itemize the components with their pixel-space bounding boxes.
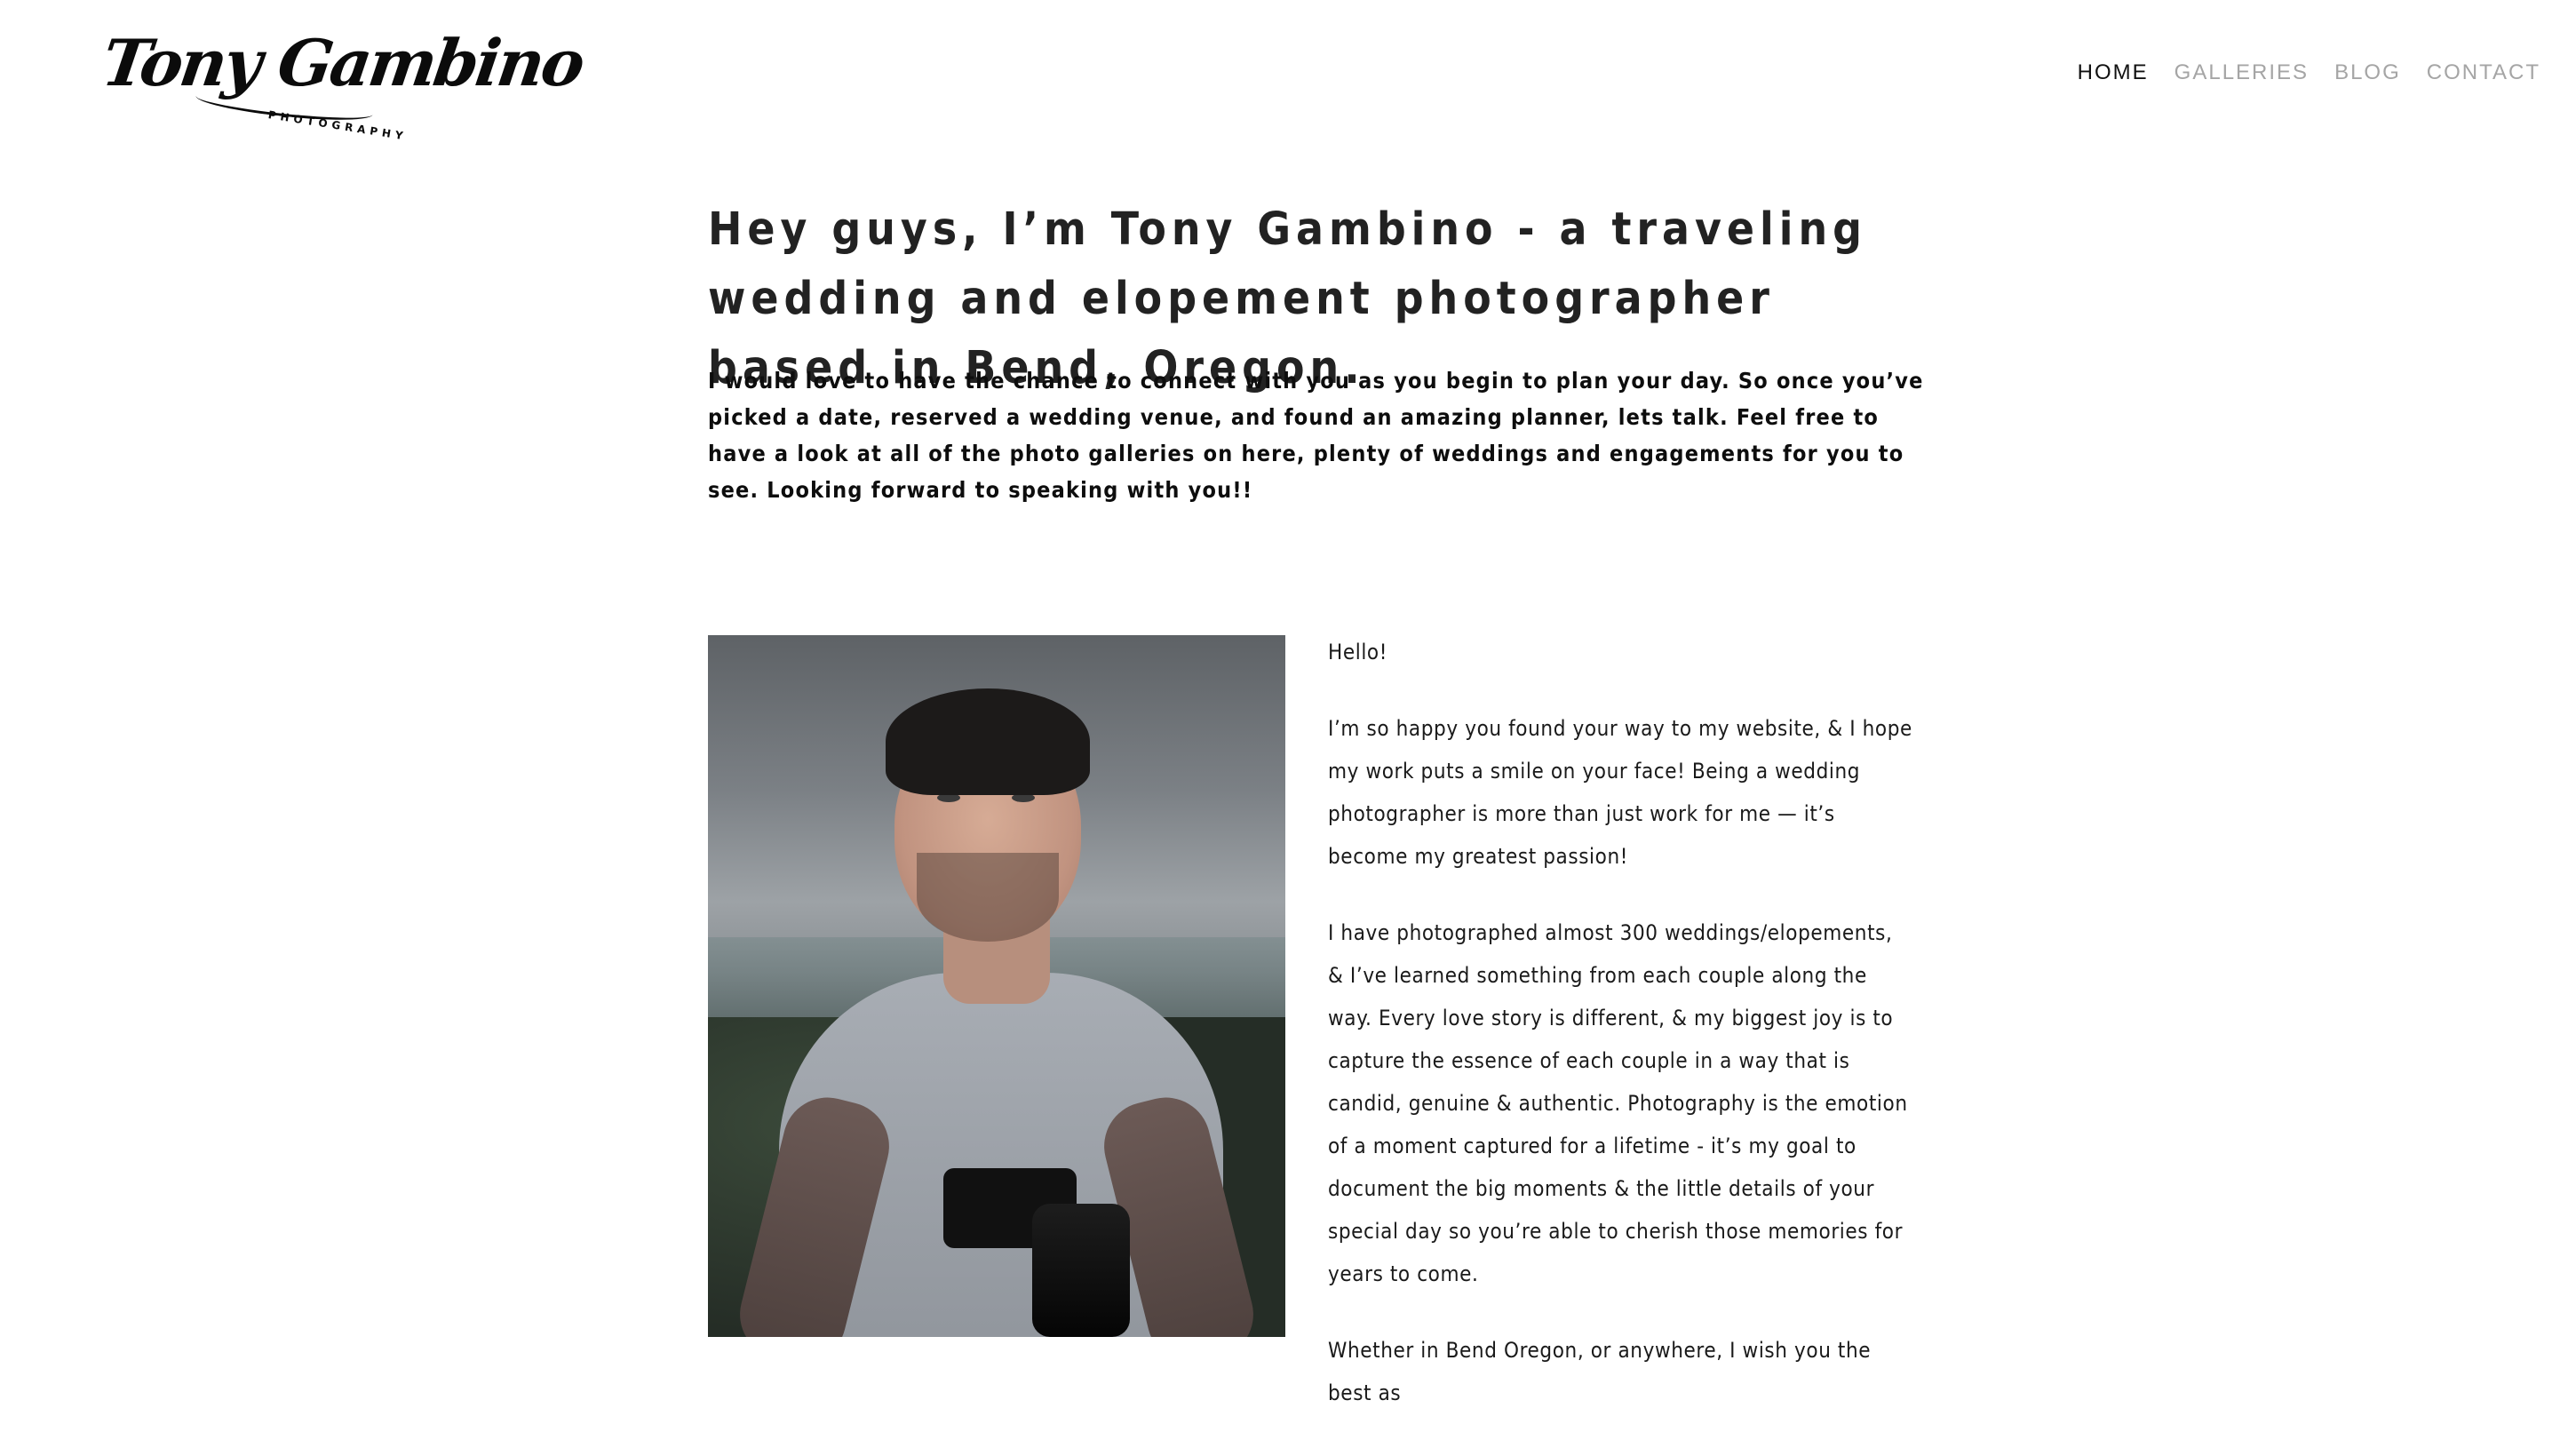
portrait-beard [917,853,1059,942]
portrait-hair [886,688,1090,795]
main-navigation: HOME GALLERIES BLOG CONTACT [2052,60,2540,85]
nav-blog-link[interactable]: BLOG [2334,60,2401,85]
bio-paragraph-2: I have photographed almost 300 weddings/… [1328,920,1908,1286]
camera-lens [1032,1204,1130,1337]
bio-greeting: Hello! [1328,640,1387,664]
site-logo[interactable]: Tony Gambino PHOTOGRAPHY [98,25,587,143]
nav-galleries-link[interactable]: GALLERIES [2174,60,2309,85]
intro-paragraph: I would love to have the chance to conne… [708,368,1924,503]
nav-contact-link[interactable]: CONTACT [2427,60,2540,85]
logo-wordmark: Tony Gambino [98,25,587,100]
photographer-portrait [708,635,1285,1337]
nav-home-link[interactable]: HOME [2078,60,2149,85]
bio-paragraph-1: I’m so happy you found your way to my we… [1328,716,1912,869]
bio-paragraph-3: Whether in Bend Oregon, or anywhere, I w… [1328,1338,1872,1405]
bio-section: Hello! I’m so happy you found your way t… [1328,631,1914,1448]
